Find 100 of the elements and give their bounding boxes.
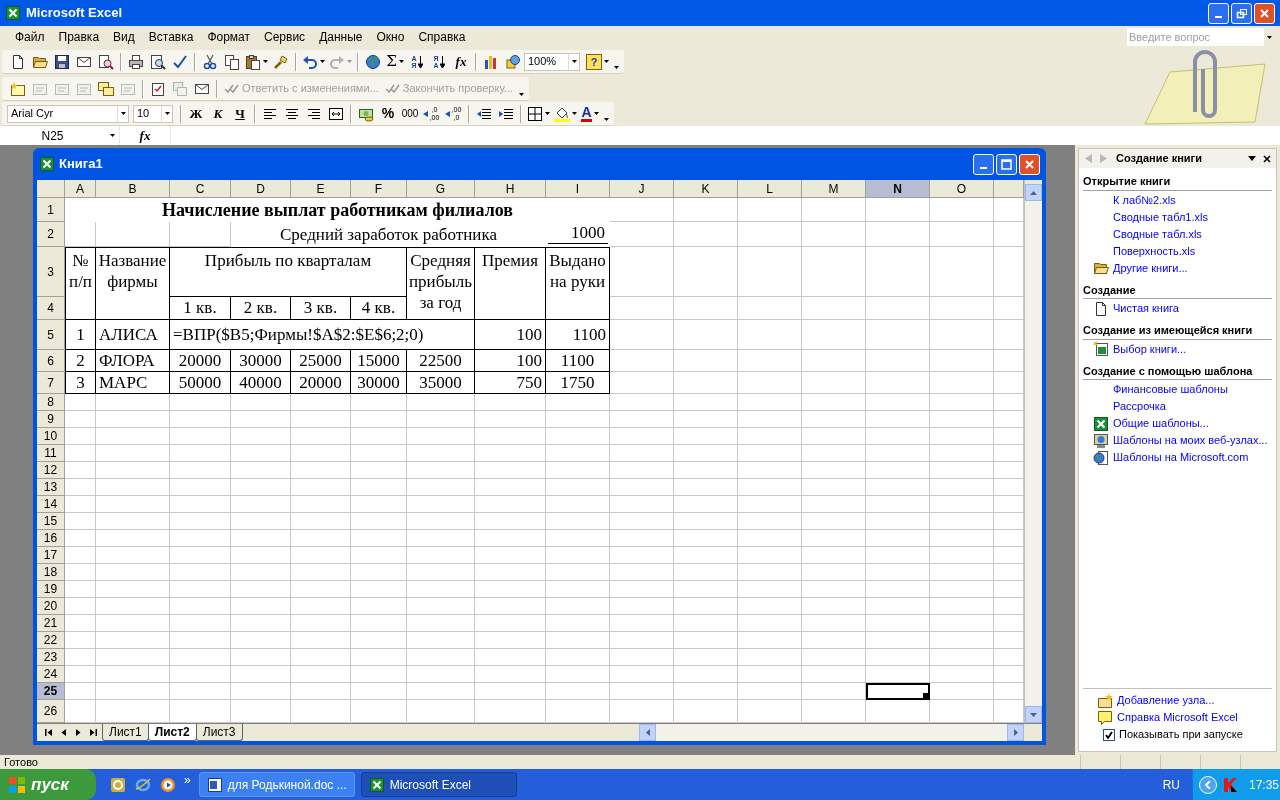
underline-button[interactable]: Ч bbox=[229, 102, 251, 125]
row-header[interactable]: 16 bbox=[37, 530, 65, 547]
row-header[interactable]: 1 bbox=[37, 198, 65, 222]
row-header[interactable]: 19 bbox=[37, 581, 65, 598]
close-button[interactable] bbox=[1019, 153, 1040, 175]
row-header[interactable]: 6 bbox=[37, 350, 65, 372]
column-header[interactable]: D bbox=[231, 180, 291, 198]
start-button[interactable]: пуск bbox=[0, 769, 96, 800]
column-header[interactable]: N bbox=[866, 180, 930, 198]
link[interactable]: Поверхность.xls bbox=[1113, 242, 1196, 260]
column-header[interactable]: I bbox=[546, 180, 610, 198]
row-header[interactable]: 22 bbox=[37, 632, 65, 649]
scroll-right-button[interactable] bbox=[1007, 724, 1024, 741]
menu-item[interactable]: Формат bbox=[200, 28, 258, 46]
row-header[interactable]: 24 bbox=[37, 666, 65, 683]
row-header[interactable]: 4 bbox=[37, 297, 65, 320]
tray-app-button[interactable] bbox=[1221, 775, 1239, 794]
link[interactable]: Другие книги... bbox=[1113, 259, 1188, 277]
link[interactable]: Сводные табл.xls bbox=[1113, 225, 1202, 243]
font-field[interactable]: Arial Cyr bbox=[7, 104, 129, 123]
row-header[interactable]: 21 bbox=[37, 615, 65, 632]
link[interactable]: Общие шаблоны... bbox=[1113, 415, 1209, 432]
link[interactable]: Шаблоны на моих веб-узлах... bbox=[1113, 432, 1268, 449]
scroll-left-button[interactable] bbox=[639, 724, 656, 741]
link[interactable]: Финансовые шаблоны bbox=[1113, 381, 1228, 398]
row-header[interactable]: 2 bbox=[37, 222, 65, 247]
row-header[interactable]: 15 bbox=[37, 513, 65, 530]
menu-item[interactable]: Сервис bbox=[257, 28, 313, 46]
row-header[interactable]: 23 bbox=[37, 649, 65, 666]
close-button[interactable] bbox=[1261, 154, 1273, 163]
restore-button[interactable] bbox=[1231, 2, 1252, 24]
more-button[interactable]: » bbox=[184, 771, 191, 789]
sheet-tab[interactable]: Лист1 bbox=[102, 724, 149, 741]
row-header[interactable]: 14 bbox=[37, 496, 65, 513]
column-header[interactable]: O bbox=[930, 180, 994, 198]
insert-function-button[interactable]: fx bbox=[120, 126, 170, 145]
row-header[interactable]: 10 bbox=[37, 428, 65, 445]
comma-style-button[interactable]: 000 bbox=[399, 102, 421, 125]
show-hidden-icons-button[interactable] bbox=[1199, 775, 1217, 794]
font-color-button[interactable]: A bbox=[579, 102, 601, 125]
column-header[interactable]: A bbox=[65, 180, 96, 198]
minimize-button[interactable] bbox=[1208, 2, 1229, 24]
link[interactable]: Чистая книга bbox=[1113, 300, 1179, 317]
row-header[interactable]: 25 bbox=[37, 683, 65, 700]
column-header[interactable]: M bbox=[802, 180, 866, 198]
link[interactable]: Выбор книги... bbox=[1113, 340, 1187, 358]
column-header[interactable]: F bbox=[351, 180, 407, 198]
maximize-button[interactable] bbox=[996, 153, 1017, 175]
row-header[interactable]: 17 bbox=[37, 547, 65, 564]
vertical-scrollbar[interactable] bbox=[1024, 180, 1042, 723]
row-header[interactable]: 9 bbox=[37, 411, 65, 428]
column-header[interactable]: G bbox=[407, 180, 475, 198]
link[interactable]: Рассрочка bbox=[1113, 398, 1166, 415]
horizontal-scrollbar[interactable] bbox=[636, 724, 1024, 741]
sheet-tab[interactable]: Лист3 bbox=[195, 724, 243, 741]
checkbox[interactable] bbox=[1103, 728, 1115, 741]
menu-item[interactable]: Данные bbox=[312, 28, 370, 46]
bold-button[interactable]: Ж bbox=[185, 102, 207, 125]
row-header[interactable]: 3 bbox=[37, 247, 65, 297]
menu-item[interactable]: Вставка bbox=[141, 28, 201, 46]
row-header[interactable]: 12 bbox=[37, 462, 65, 479]
menu-item[interactable]: Окно bbox=[369, 28, 412, 46]
link[interactable]: Сводные табл1.xls bbox=[1113, 208, 1208, 226]
zoom-field[interactable]: 100% bbox=[524, 52, 580, 71]
insert-function-button[interactable]: fx bbox=[450, 50, 472, 73]
minimize-button[interactable] bbox=[973, 153, 994, 175]
row-header[interactable]: 7 bbox=[37, 372, 65, 394]
menu-item[interactable]: Файл bbox=[8, 28, 52, 46]
row-header[interactable]: 5 bbox=[37, 320, 65, 350]
question-field[interactable]: Введите вопрос bbox=[1127, 28, 1264, 46]
scroll-up-button[interactable] bbox=[1025, 184, 1042, 201]
column-header[interactable]: E bbox=[291, 180, 351, 198]
menu-item[interactable]: Вид bbox=[106, 28, 142, 46]
help-button[interactable]: ? bbox=[584, 50, 611, 73]
sheet-tab[interactable]: Лист2 bbox=[147, 724, 197, 741]
link[interactable]: Шаблоны на Microsoft.com bbox=[1113, 449, 1249, 466]
italic-button[interactable]: К bbox=[207, 102, 229, 125]
link[interactable]: Справка Microsoft Excel bbox=[1117, 709, 1238, 726]
scroll-down-button[interactable] bbox=[1025, 706, 1042, 723]
column-header[interactable]: J bbox=[610, 180, 674, 198]
row-header[interactable]: 18 bbox=[37, 564, 65, 581]
row-header[interactable]: 8 bbox=[37, 394, 65, 411]
taskbar-button[interactable]: для Родькиной.doc ... bbox=[198, 772, 355, 797]
column-header[interactable]: C bbox=[170, 180, 231, 198]
column-header[interactable]: B bbox=[96, 180, 170, 198]
pane-menu-button[interactable] bbox=[1246, 156, 1258, 161]
row-header[interactable]: 11 bbox=[37, 445, 65, 462]
row-header[interactable]: 26 bbox=[37, 700, 65, 723]
menu-item[interactable]: Справка bbox=[411, 28, 473, 46]
taskbar-button[interactable]: Microsoft Excel bbox=[360, 772, 517, 797]
menu-item[interactable]: Правка bbox=[51, 28, 107, 46]
font-size-field[interactable]: 10 bbox=[133, 104, 173, 123]
autosum-button[interactable]: Σ bbox=[384, 50, 406, 73]
row-header[interactable]: 20 bbox=[37, 598, 65, 615]
column-header[interactable]: L bbox=[738, 180, 802, 198]
percent-style-button[interactable]: % bbox=[377, 102, 399, 125]
column-header[interactable]: H bbox=[475, 180, 546, 198]
link[interactable]: К лаб№2.xls bbox=[1113, 191, 1176, 209]
column-header[interactable]: K bbox=[674, 180, 738, 198]
row-header[interactable]: 13 bbox=[37, 479, 65, 496]
